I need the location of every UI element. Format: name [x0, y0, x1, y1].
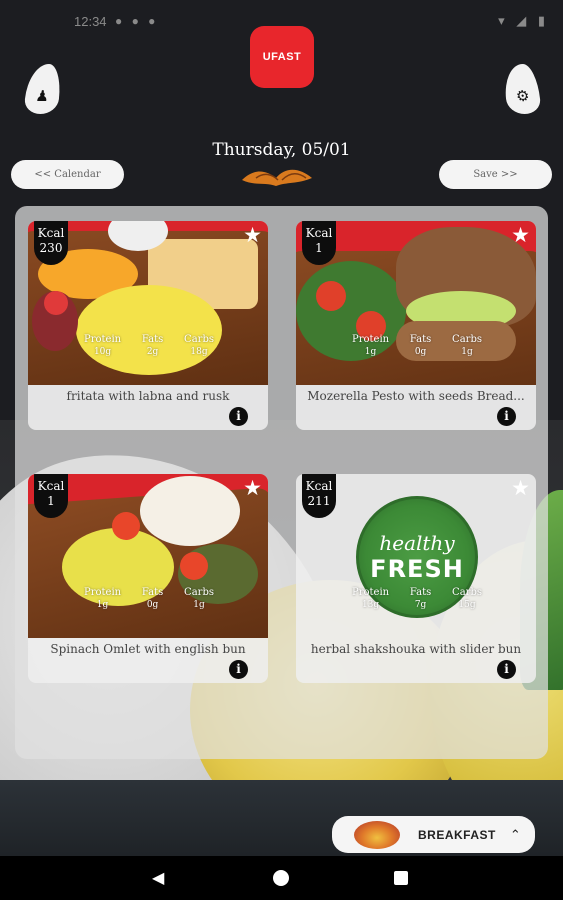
kcal-label: Kcal	[305, 479, 333, 493]
macros: Protein 1g Fats 0g Carbs 1g	[352, 334, 482, 357]
macro-carbs: Carbs 18g	[184, 334, 214, 357]
meal-card[interactable]: Kcal 230 ★ Protein 10g Fats 2g Carbs 18g…	[28, 221, 268, 430]
status-system-icons: ▾ ◢ ▮	[498, 13, 549, 28]
meal-card[interactable]: Kcal 1 ★ Protein 1g Fats 0g Carbs 1g Moz…	[296, 221, 536, 430]
app-logo: UFAST	[250, 26, 314, 88]
back-icon[interactable]: ◀	[152, 868, 164, 888]
status-time: 12:34	[74, 14, 107, 29]
meal-type-selector[interactable]: BREAKFAST ⌃	[332, 816, 535, 853]
kcal-label: Kcal	[305, 226, 333, 240]
kcal-value: 211	[307, 494, 331, 508]
kcal-label: Kcal	[37, 226, 65, 240]
meal-name: fritata with labna and rusk	[66, 389, 230, 403]
macro-protein: Protein 1g	[84, 587, 122, 610]
home-icon[interactable]	[273, 870, 289, 886]
kcal-badge: Kcal 230	[34, 221, 68, 265]
system-nav-bar: ◀	[0, 856, 563, 900]
meal-card[interactable]: healthy FRESH Kcal 211 ★ Protein 13g Fat…	[296, 474, 536, 683]
star-icon[interactable]: ★	[511, 478, 530, 499]
meal-name: herbal shakshouka with slider bun	[310, 642, 522, 656]
logo-text: UFAST	[262, 51, 302, 63]
kcal-badge: Kcal 1	[34, 474, 68, 518]
macro-protein: Protein 10g	[84, 334, 122, 357]
person-icon: ♟	[34, 88, 50, 105]
kcal-value: 1	[315, 241, 323, 255]
macro-carbs: Carbs 1g	[184, 587, 214, 610]
meal-name: Mozerella Pesto with seeds Bread...	[307, 389, 525, 403]
kcal-badge: Kcal 1	[302, 221, 336, 265]
info-icon[interactable]: i	[229, 660, 248, 679]
macro-protein: Protein 13g	[352, 587, 390, 610]
star-icon[interactable]: ★	[511, 225, 530, 246]
save-button[interactable]: Save >>	[439, 160, 552, 189]
star-icon[interactable]: ★	[243, 478, 262, 499]
kcal-value: 1	[47, 494, 55, 508]
kcal-value: 230	[39, 241, 63, 255]
info-icon[interactable]: i	[497, 407, 516, 426]
recent-apps-icon[interactable]	[394, 871, 408, 885]
autumn-leaves-icon	[242, 169, 312, 186]
meal-thumbnail	[354, 820, 400, 849]
page-title: Thursday, 05/01	[212, 140, 351, 160]
info-icon[interactable]: i	[229, 407, 248, 426]
macros: Protein 1g Fats 0g Carbs 1g	[84, 587, 214, 610]
settings-button[interactable]: ⚙	[502, 64, 542, 114]
kcal-label: Kcal	[37, 479, 65, 493]
profile-button[interactable]: ♟	[23, 64, 63, 114]
meal-type-label: BREAKFAST	[418, 827, 496, 842]
macro-fats: Fats 7g	[409, 587, 432, 610]
meal-name: Spinach Omlet with english bun	[50, 642, 246, 656]
kcal-badge: Kcal 211	[302, 474, 336, 518]
macro-carbs: Carbs 1g	[452, 334, 482, 357]
status-notification-icons: ● ● ●	[115, 14, 159, 28]
macros: Protein 10g Fats 2g Carbs 18g	[84, 334, 214, 357]
meal-panel: Kcal 230 ★ Protein 10g Fats 2g Carbs 18g…	[15, 206, 548, 759]
chevron-up-icon: ⌃	[509, 826, 521, 842]
macro-carbs: Carbs 15g	[452, 587, 482, 610]
macro-fats: Fats 2g	[141, 334, 164, 357]
star-icon[interactable]: ★	[243, 225, 262, 246]
meal-card[interactable]: Kcal 1 ★ Protein 1g Fats 0g Carbs 1g Spi…	[28, 474, 268, 683]
macros: Protein 13g Fats 7g Carbs 15g	[352, 587, 482, 610]
macro-fats: Fats 0g	[409, 334, 432, 357]
gear-icon: ⚙	[515, 88, 531, 105]
macro-protein: Protein 1g	[352, 334, 390, 357]
macro-fats: Fats 0g	[141, 587, 164, 610]
calendar-button[interactable]: << Calendar	[11, 160, 124, 189]
info-icon[interactable]: i	[497, 660, 516, 679]
